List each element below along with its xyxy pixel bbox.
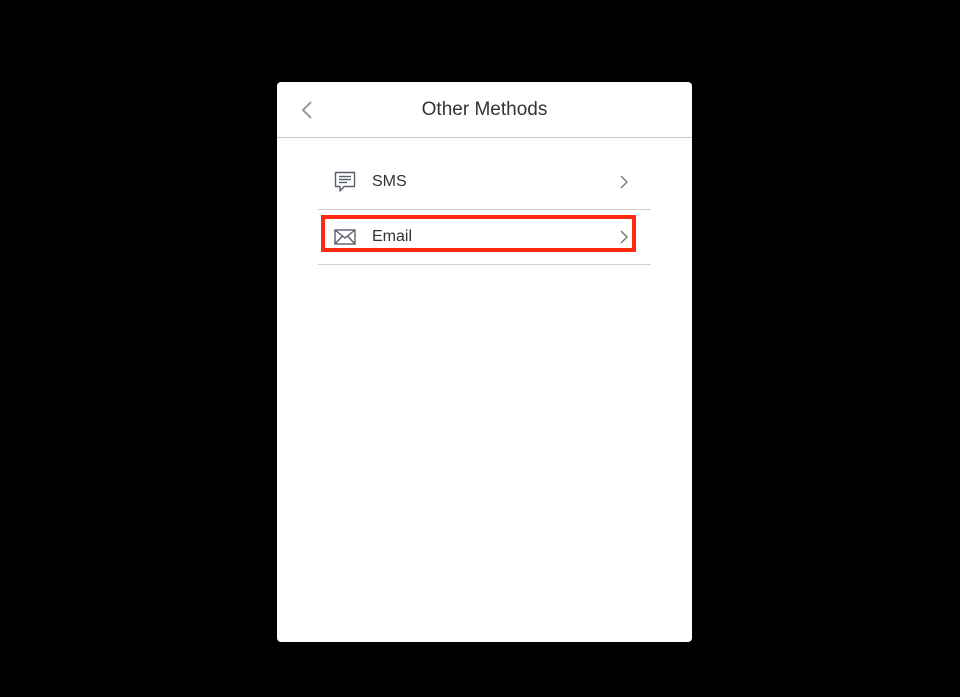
method-item-sms[interactable]: SMS (318, 155, 651, 210)
dialog-header: Other Methods (277, 82, 692, 138)
methods-list: SMS Email (318, 155, 651, 265)
methods-dialog: Other Methods SMS Email (277, 82, 692, 642)
page-title: Other Methods (421, 99, 548, 120)
method-label: Email (372, 228, 413, 245)
chevron-right-icon (620, 230, 628, 244)
method-item-email[interactable]: Email (318, 210, 651, 265)
envelope-icon (334, 229, 356, 245)
chevron-right-icon (620, 175, 628, 189)
message-icon (334, 171, 356, 192)
selection-highlight (321, 215, 636, 252)
method-label: SMS (372, 173, 407, 190)
